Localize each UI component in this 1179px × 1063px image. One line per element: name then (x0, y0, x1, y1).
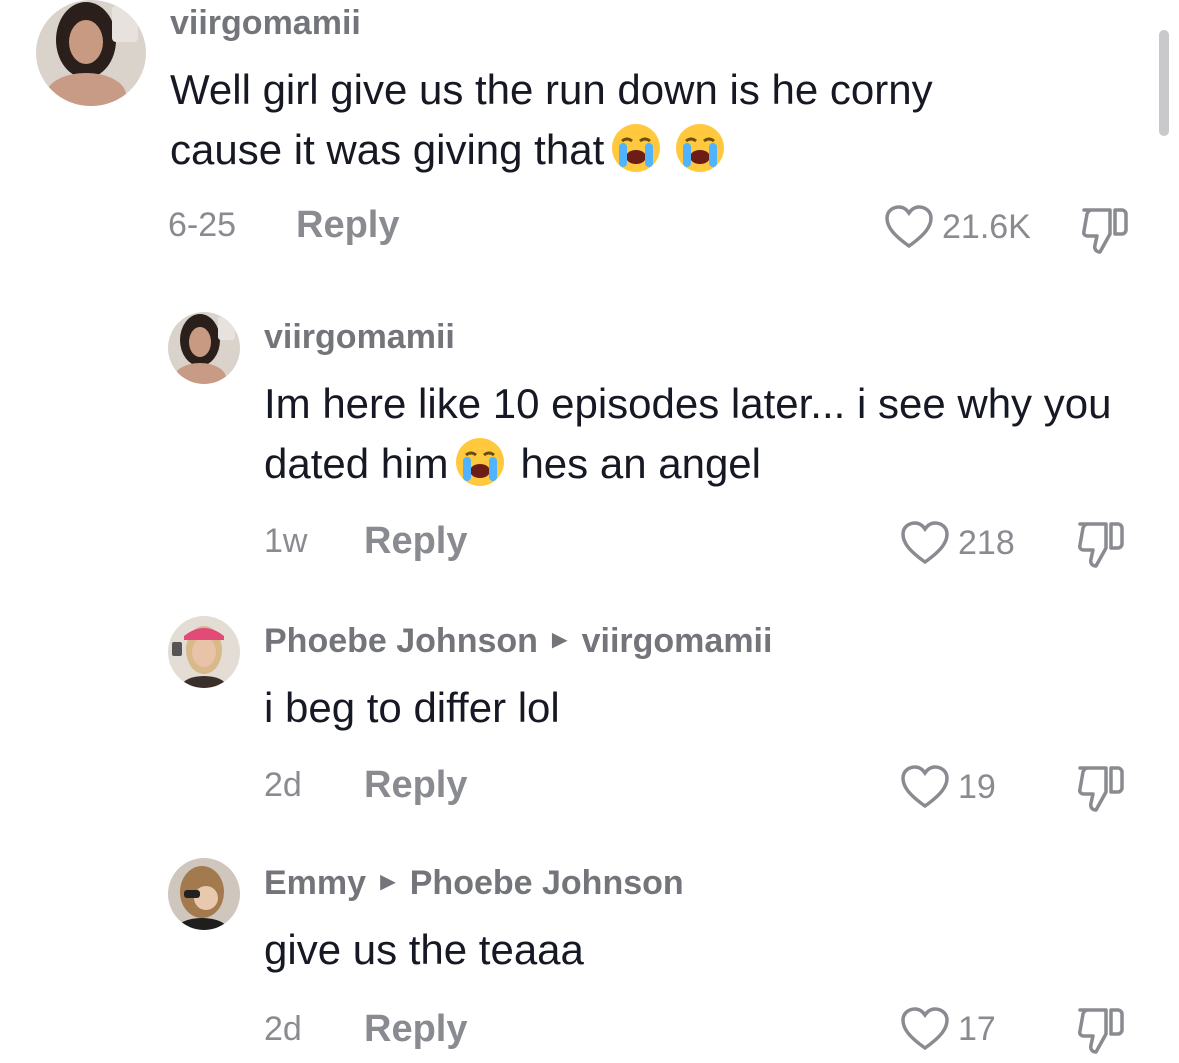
comment-username[interactable]: viirgomamii (170, 4, 361, 43)
comment-text-part: hes an angel (520, 440, 761, 487)
comment-timestamp: 6-25 (168, 206, 237, 244)
avatar[interactable] (36, 0, 146, 106)
thumbs-down-icon (1078, 766, 1124, 812)
scrollbar[interactable] (1159, 30, 1169, 136)
comment-text: give us the teaaa (264, 926, 584, 973)
thumbs-down-icon (1082, 208, 1128, 254)
like-count: 218 (958, 523, 1015, 562)
like-count: 21.6K (942, 207, 1031, 246)
avatar-photo-icon (168, 858, 240, 930)
comment-text: Well girl give us the run down is he cor… (170, 60, 1050, 180)
dislike-button[interactable] (1078, 204, 1132, 263)
like-button[interactable]: 218 (900, 520, 1015, 566)
heart-icon (901, 1007, 949, 1051)
comment-username-text[interactable]: Phoebe Johnson (264, 622, 538, 660)
comment-username[interactable]: Emmy ▶ Phoebe Johnson (264, 864, 684, 903)
comment-text: Im here like 10 episodes later... i see … (264, 374, 1144, 494)
thumbs-down-icon (1078, 522, 1124, 568)
heart-icon (901, 765, 949, 809)
like-count: 17 (958, 1009, 996, 1048)
avatar-photo-icon (168, 616, 240, 688)
avatar-photo-icon (168, 312, 240, 384)
dislike-button[interactable] (1074, 518, 1128, 577)
comment-username[interactable]: Phoebe Johnson ▶ viirgomamii (264, 622, 772, 661)
like-button[interactable]: 21.6K (884, 204, 1031, 250)
heart-icon (885, 205, 933, 249)
reply-button[interactable]: Reply (364, 764, 467, 807)
avatar[interactable] (168, 858, 240, 930)
comment-timestamp: 2d (264, 1010, 302, 1048)
avatar-photo-icon (36, 0, 146, 106)
comment-username-text[interactable]: Emmy (264, 864, 366, 902)
reply-button[interactable]: Reply (364, 520, 467, 563)
comment-text-part: Well girl give us the run down is he cor… (170, 66, 933, 173)
like-count: 19 (958, 767, 996, 806)
reply-button[interactable]: Reply (296, 204, 399, 247)
dislike-button[interactable] (1074, 1004, 1128, 1063)
reply-to-username[interactable]: Phoebe Johnson (410, 864, 684, 902)
reply-arrow-icon: ▶ (380, 870, 396, 893)
reply-to-username[interactable]: viirgomamii (582, 622, 773, 660)
avatar[interactable] (168, 312, 240, 384)
heart-icon (901, 521, 949, 565)
loudly-crying-face-icon (674, 122, 726, 174)
dislike-button[interactable] (1074, 762, 1128, 821)
comment-timestamp: 2d (264, 766, 302, 804)
reply-arrow-icon: ▶ (551, 628, 568, 651)
thumbs-down-icon (1078, 1008, 1124, 1054)
loudly-crying-face-icon (454, 436, 506, 488)
avatar[interactable] (168, 616, 240, 688)
loudly-crying-face-icon (610, 122, 662, 174)
like-button[interactable]: 17 (900, 1006, 996, 1052)
like-button[interactable]: 19 (900, 764, 996, 810)
comment-timestamp: 1w (264, 522, 308, 560)
reply-button[interactable]: Reply (364, 1008, 467, 1051)
comment-text: i beg to differ lol (264, 684, 560, 731)
comment-username[interactable]: viirgomamii (264, 318, 455, 357)
